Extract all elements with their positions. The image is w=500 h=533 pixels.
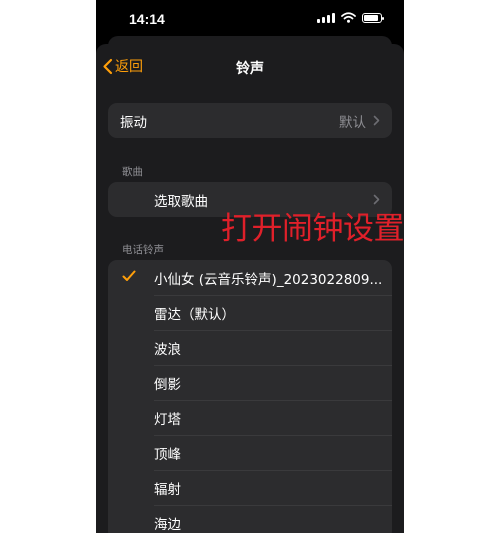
battery-icon	[362, 12, 384, 23]
vibration-label: 振动	[120, 114, 147, 131]
ringtone-row[interactable]: 灯塔	[108, 400, 392, 435]
wifi-icon	[341, 12, 356, 23]
ringtone-row[interactable]: 波浪	[108, 330, 392, 365]
ringtone-label: 灯塔	[154, 411, 181, 428]
status-icons	[317, 12, 384, 23]
ringtone-row[interactable]: 雷达（默认）	[108, 295, 392, 330]
ringtone-row[interactable]: 海边	[108, 505, 392, 533]
pick-song-label: 选取歌曲	[154, 193, 208, 210]
ringtone-label: 海边	[154, 516, 181, 533]
ringtone-sheet: 返回 铃声 振动 默认 歌曲 选取歌曲 电话铃声 小仙女 (云音乐铃声)_202…	[96, 44, 404, 533]
vibration-value: 默认	[339, 114, 366, 131]
checkmark-icon	[122, 270, 136, 281]
ringtone-label: 小仙女 (云音乐铃声)_2023022809...	[154, 271, 383, 288]
page-title: 铃声	[236, 61, 264, 77]
vibration-row[interactable]: 振动 默认	[108, 103, 392, 138]
status-time: 14:14	[129, 11, 165, 27]
navigation-bar: 返回 铃声	[96, 44, 404, 90]
ringtone-label: 雷达（默认）	[154, 306, 235, 323]
cellular-signal-icon	[317, 12, 335, 23]
overlay-caption: 打开闹钟设置铃声	[221, 211, 404, 247]
vibration-group: 振动 默认	[108, 103, 392, 138]
ringtone-list: 小仙女 (云音乐铃声)_2023022809... 雷达（默认） 波浪倒影灯塔顶峰辐…	[108, 260, 392, 533]
battery-level	[364, 14, 378, 21]
ringtone-label: 波浪	[154, 341, 181, 358]
ringtone-row[interactable]: 辐射	[108, 470, 392, 505]
ringtone-row[interactable]: 倒影	[108, 365, 392, 400]
ringtones-section-header: 电话铃声	[122, 244, 164, 256]
ringtone-label: 辐射	[154, 481, 181, 498]
ringtone-label: 顶峰	[154, 446, 181, 463]
ringtone-row[interactable]: 顶峰	[108, 435, 392, 470]
ringtone-label: 倒影	[154, 376, 181, 393]
chevron-right-icon	[373, 115, 380, 126]
ringtone-row[interactable]: 小仙女 (云音乐铃声)_2023022809...	[108, 260, 392, 295]
songs-section-header: 歌曲	[122, 166, 143, 178]
phone-screen: 14:14 返回 铃声 振动 默认 歌曲 选取歌曲 电话铃声 小仙女 (云音乐铃…	[96, 0, 404, 533]
status-bar: 14:14	[96, 0, 404, 36]
